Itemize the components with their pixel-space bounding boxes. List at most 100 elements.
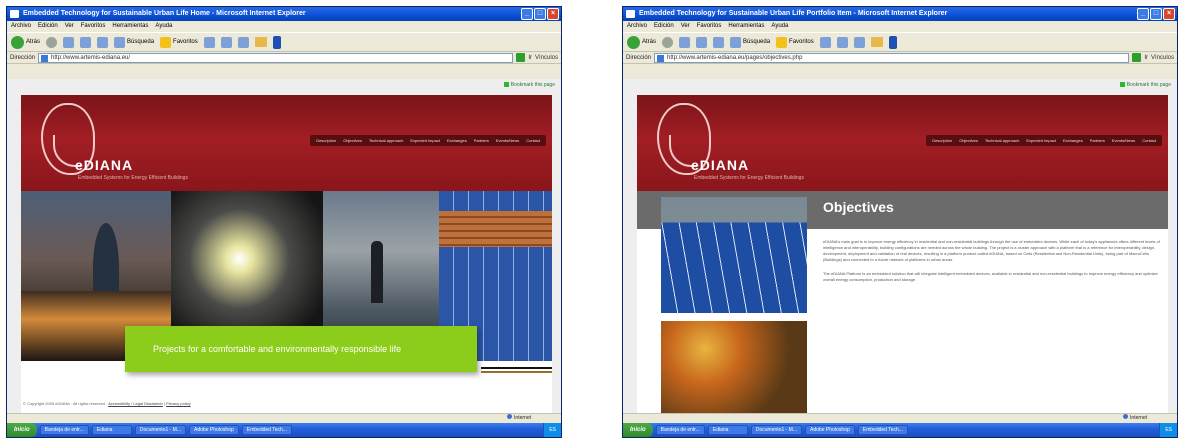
task-button[interactable]: Adobe Photoshop [805,425,855,435]
nav-technical-approach[interactable]: Technical approach [985,138,1019,143]
nav-description[interactable]: Description [932,138,952,143]
maximize-button[interactable]: □ [534,8,546,20]
home-button[interactable] [97,36,109,48]
folder-button[interactable] [254,37,267,47]
task-button[interactable]: Ediana [707,425,748,435]
links-label[interactable]: Vínculos [1151,55,1174,61]
favorites-button[interactable]: Favoritos [776,36,814,48]
footer-legal-link[interactable]: Accessibility / Legal Disclaimer [108,401,163,406]
history-button[interactable] [203,36,215,48]
menu-ver[interactable]: Ver [65,21,74,32]
bookmark-link[interactable]: Bookmark this page [1120,82,1171,88]
mail-button[interactable] [836,36,848,48]
mail-button[interactable] [220,36,232,48]
address-bar: Dirección http://www.artemis-ediana.eu/p… [623,52,1177,64]
forward-button[interactable] [46,36,58,48]
task-button[interactable]: Adobe Photoshop [189,425,239,435]
page-title: Objectives [823,199,894,215]
messenger-button[interactable] [888,35,897,49]
menu-ver[interactable]: Ver [681,21,690,32]
system-tray[interactable]: ES [543,423,561,437]
go-label[interactable]: Ir [528,55,532,61]
search-button[interactable]: Búsqueda [730,36,770,48]
minimize-button[interactable]: _ [521,8,533,20]
menu-edicion[interactable]: Edición [654,21,674,32]
site-footer: © Copyright 2009 eDIANA · All rights res… [23,401,191,406]
menu-ayuda[interactable]: Ayuda [155,21,172,32]
nav-objectives[interactable]: Objectives [343,138,362,143]
nav-partners[interactable]: Partners [474,138,489,143]
links-label[interactable]: Vínculos [535,55,558,61]
nav-contact[interactable]: Contact [1142,138,1156,143]
favorites-button[interactable]: Favoritos [160,36,198,48]
title-bar: Embedded Technology for Sustainable Urba… [623,7,1177,21]
refresh-button[interactable] [696,36,708,48]
window-title: Embedded Technology for Sustainable Urba… [23,10,306,17]
nav-exchanges[interactable]: Exchanges [447,138,467,143]
maximize-button[interactable]: □ [1150,8,1162,20]
footer-copyright: © Copyright 2009 eDIANA · All rights res… [23,401,108,406]
menu-bar: Archivo Edición Ver Favoritos Herramient… [623,21,1177,32]
address-input[interactable]: http://www.artemis-ediana.eu/ [38,52,514,63]
menu-herramientas[interactable]: Herramientas [728,21,764,32]
menu-favoritos[interactable]: Favoritos [81,21,106,32]
nav-partners[interactable]: Partners [1090,138,1105,143]
nav-contact[interactable]: Contact [526,138,540,143]
print-button[interactable] [853,36,865,48]
home-button[interactable] [713,36,725,48]
nav-events-news[interactable]: Events/News [1112,138,1135,143]
nav-expected-impact[interactable]: Expected impact [410,138,440,143]
go-arrow-icon[interactable] [516,53,526,62]
history-button[interactable] [819,36,831,48]
address-input[interactable]: http://www.artemis-ediana.eu/pages/objec… [654,52,1130,63]
task-button[interactable]: Bandeja de entr... [39,425,89,435]
nav-description[interactable]: Description [316,138,336,143]
bookmark-link[interactable]: Bookmark this page [504,82,555,88]
nav-objectives[interactable]: Objectives [959,138,978,143]
menu-archivo[interactable]: Archivo [627,21,647,32]
address-bar: Dirección http://www.artemis-ediana.eu/ … [7,52,561,64]
go-label[interactable]: Ir [1144,55,1148,61]
messenger-button[interactable] [272,35,281,49]
close-button[interactable]: × [1163,8,1175,20]
menu-edicion[interactable]: Edición [38,21,58,32]
forward-button[interactable] [662,36,674,48]
menu-ayuda[interactable]: Ayuda [771,21,788,32]
messenger-icon [888,35,897,49]
nav-exchanges[interactable]: Exchanges [1063,138,1083,143]
go-arrow-icon[interactable] [1132,53,1142,62]
ediana-home-page: eDIANA Embedded Systems for Energy Effic… [21,95,552,413]
task-button[interactable]: Ediana [91,425,132,435]
page-icon [41,54,49,62]
menu-archivo[interactable]: Archivo [11,21,31,32]
slogan-banner: Projects for a comfortable and environme… [125,326,477,372]
system-tray[interactable]: ES [1159,423,1177,437]
site-brand[interactable]: eDIANA [75,157,133,173]
task-button[interactable]: Embedded Tech... [857,425,908,435]
task-button[interactable]: Bandeja de entr... [655,425,705,435]
search-button[interactable]: Búsqueda [114,36,154,48]
footer-privacy-link[interactable]: Privacy policy [166,401,190,406]
folder-button[interactable] [870,37,883,47]
close-button[interactable]: × [547,8,559,20]
minimize-button[interactable]: _ [1137,8,1149,20]
menu-favoritos[interactable]: Favoritos [697,21,722,32]
start-button[interactable]: Inicio [7,423,37,437]
back-button[interactable]: Atrás [627,35,656,49]
messenger-icon [272,35,281,49]
nav-expected-impact[interactable]: Expected impact [1026,138,1056,143]
task-button[interactable]: Documento1 - M... [750,425,803,435]
task-button[interactable]: Embedded Tech... [241,425,292,435]
back-button[interactable]: Atrás [11,35,40,49]
print-button[interactable] [237,36,249,48]
menu-herramientas[interactable]: Herramientas [112,21,148,32]
nav-events-news[interactable]: Events/News [496,138,519,143]
stop-button[interactable] [679,36,691,48]
start-button[interactable]: Inicio [623,423,653,437]
site-brand[interactable]: eDIANA [691,157,749,173]
print-icon [237,36,249,48]
stop-button[interactable] [63,36,75,48]
nav-technical-approach[interactable]: Technical approach [369,138,403,143]
task-button[interactable]: Documento1 - M... [134,425,187,435]
refresh-button[interactable] [80,36,92,48]
